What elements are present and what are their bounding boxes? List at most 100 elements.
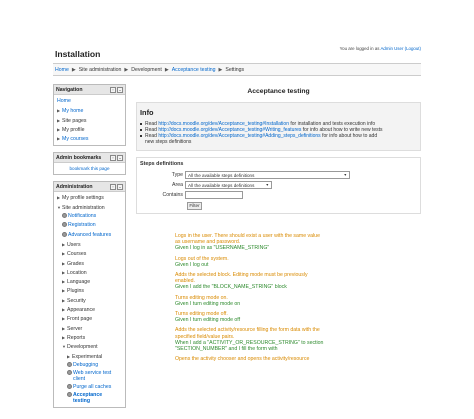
area-select[interactable]: All the available steps definitions ▼: [185, 181, 272, 189]
info-heading: Info: [140, 108, 154, 117]
step-definition: Adds the selected block. Editing mode mu…: [175, 272, 325, 291]
admin-item-location[interactable]: ▶ Location: [57, 268, 122, 277]
nav-item-label[interactable]: My home: [62, 108, 83, 114]
admin-item-label[interactable]: Notifications: [68, 213, 96, 219]
admin-item-debugging[interactable]: Debugging: [57, 361, 122, 370]
filter-button[interactable]: Filter: [187, 202, 202, 210]
gear-icon: [67, 384, 72, 390]
breadcrumb-site-administration[interactable]: Site administration: [79, 67, 122, 73]
gear-icon: [67, 370, 72, 376]
admin-item-registration[interactable]: Registration: [57, 221, 122, 230]
step-code: Given I turn editing mode off: [175, 317, 241, 324]
admin-item-grades[interactable]: ▶ Grades: [57, 259, 122, 268]
breadcrumb: Home ▶ Site administration ▶ Development…: [53, 63, 421, 76]
type-row: Type All the available steps definitions…: [140, 170, 417, 180]
administration-block: Administration ▫ – ▶ My profile settings …: [53, 181, 126, 409]
admin-item-plugins[interactable]: ▶ Plugins: [57, 286, 122, 295]
step-definition: Logs in the user. There should exist a u…: [175, 233, 325, 252]
step-code: When I add a "ACTIVITY_OR_RESOURCE_STRIN…: [175, 339, 324, 353]
admin-item-label: Appearance: [67, 307, 95, 314]
dock-icon[interactable]: ▫: [110, 87, 116, 93]
admin-item-purge-all-caches[interactable]: Purge all caches: [57, 383, 122, 392]
admin-item-label[interactable]: Purge all caches: [73, 384, 111, 390]
admin-item-label: Experimental: [72, 353, 103, 360]
admin-item-site-administration[interactable]: ▼Site administration: [57, 203, 122, 212]
navigation-block-title: Navigation: [56, 86, 83, 93]
admin-item-security[interactable]: ▶ Security: [57, 296, 122, 305]
site-header: Installation You are logged in as Admin …: [53, 38, 421, 63]
step-code: Given I log in as "USERNAME_STRING": [175, 245, 270, 252]
logout-link[interactable]: (Logout): [405, 46, 421, 51]
admin-item-language[interactable]: ▶ Language: [57, 277, 122, 286]
admin-item-my-profile-settings[interactable]: ▶ My profile settings: [57, 193, 122, 202]
admin-item-label-continued[interactable]: testing: [57, 398, 122, 405]
info-link[interactable]: http://docs.moodle.org/dev/Acceptance_te…: [158, 133, 320, 139]
contains-row: Contains: [140, 190, 417, 200]
login-prefix: You are logged in as: [339, 46, 380, 51]
breadcrumb-home[interactable]: Home: [55, 67, 69, 73]
breadcrumb-separator-icon: ▶: [164, 66, 169, 73]
step-code: Given I log out: [175, 261, 209, 268]
admin-item-label: Grades: [67, 260, 85, 267]
nav-item-label: Site pages: [62, 117, 87, 124]
admin-item-server[interactable]: ▶ Server: [57, 324, 122, 333]
contains-input[interactable]: [185, 191, 243, 199]
breadcrumb-separator-icon: ▶: [124, 66, 129, 73]
area-select-value: All the available steps definitions: [188, 182, 255, 188]
admin-item-label: Language: [67, 279, 91, 286]
nav-item-label: My profile: [62, 126, 85, 133]
admin-item-label: Plugins: [67, 288, 85, 295]
collapse-icon[interactable]: –: [117, 87, 123, 93]
admin-item-front-page[interactable]: ▶ Front page: [57, 314, 122, 323]
dock-icon[interactable]: ▫: [110, 184, 116, 191]
admin-item-label[interactable]: Advanced features: [68, 232, 111, 238]
main-heading: Acceptance testing: [247, 88, 310, 95]
nav-item-my-courses[interactable]: ▶ My courses: [57, 134, 122, 143]
step-definition: Adds the selected activity/resource fill…: [175, 327, 325, 352]
dock-icon[interactable]: ▫: [110, 155, 116, 162]
step-description: Logs in the user. There should exist a u…: [175, 233, 320, 246]
type-label: Type: [171, 172, 183, 178]
admin-item-label: Location: [67, 269, 87, 276]
admin-item-courses[interactable]: ▶ Courses: [57, 249, 122, 258]
dropdown-arrow-icon: ▼: [265, 183, 269, 187]
admin-item-label-continued[interactable]: client: [57, 376, 122, 383]
admin-item-advanced-features[interactable]: Advanced features: [57, 231, 122, 240]
admin-item-notifications[interactable]: Notifications: [57, 212, 122, 221]
info-row: Read http://docs.moodle.org/dev/Acceptan…: [140, 133, 417, 139]
step-definition: Opens the activity chooser and opens the…: [175, 356, 325, 362]
nav-item-my-profile[interactable]: ▶ My profile: [57, 125, 122, 134]
admin-item-users[interactable]: ▶ Users: [57, 240, 122, 249]
type-select[interactable]: All the available steps definitions ▼: [185, 171, 350, 179]
nav-item-site-pages[interactable]: ▶ Site pages: [57, 116, 122, 125]
breadcrumb-development[interactable]: Development: [131, 67, 162, 73]
bookmark-this-page-link[interactable]: bookmark this page: [54, 163, 125, 174]
admin-item-label[interactable]: Registration: [68, 222, 96, 228]
nav-item-my-home[interactable]: ▶ My home: [57, 106, 122, 115]
navigation-block: Navigation ▫ – Home ▶ My home ▶ Site pages…: [53, 84, 126, 147]
nav-item-label[interactable]: My courses: [62, 136, 89, 142]
steps-form-heading: Steps definitions: [140, 161, 184, 167]
breadcrumb-settings: Settings: [225, 66, 245, 73]
collapse-icon[interactable]: –: [117, 155, 123, 162]
info-box: Info Read http://docs.moodle.org/dev/Acc…: [136, 102, 421, 151]
breadcrumb-separator-icon: ▶: [71, 66, 76, 73]
admin-bookmarks-header: Admin bookmarks ▫ –: [54, 153, 125, 164]
admin-item-label: Users: [67, 241, 81, 248]
admin-item-label: Site administration: [62, 204, 105, 211]
gear-icon: [62, 222, 67, 228]
admin-item-reports[interactable]: ▶ Reports: [57, 333, 122, 342]
admin-item-label: Security: [67, 297, 86, 304]
collapse-icon[interactable]: –: [117, 184, 123, 191]
admin-item-experimental[interactable]: ▶ Experimental: [57, 352, 122, 361]
info-suffix: for info about how to add: [322, 133, 378, 139]
nav-item-home[interactable]: Home: [57, 97, 122, 106]
admin-item-label: Server: [67, 325, 83, 332]
page-title: Installation: [55, 49, 101, 59]
admin-item-label[interactable]: Debugging: [73, 362, 98, 368]
login-user-link[interactable]: Admin User: [380, 46, 403, 51]
breadcrumb-acceptance-testing[interactable]: Acceptance testing: [172, 67, 216, 73]
contains-label: Contains: [162, 192, 183, 198]
admin-item-development[interactable]: ▼Development: [57, 342, 122, 351]
admin-item-appearance[interactable]: ▶ Appearance: [57, 305, 122, 314]
